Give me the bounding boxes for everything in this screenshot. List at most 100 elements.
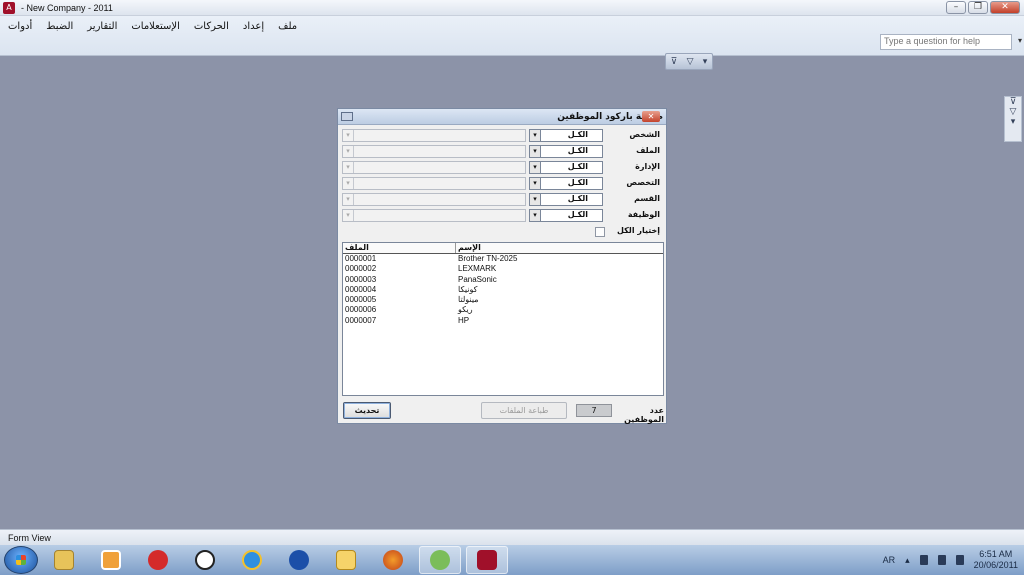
firefox-icon[interactable] xyxy=(372,546,414,574)
chevron-down-icon[interactable]: ▾ xyxy=(530,210,541,221)
person-detail-combo: ▾ xyxy=(342,129,526,142)
clock[interactable]: 6:51 AM 20/06/2011 xyxy=(974,549,1018,571)
media-player-icon[interactable] xyxy=(90,546,132,574)
file-detail-combo: ▾ xyxy=(342,145,526,158)
print-barcode-dialog: طباعة باركود الموظفين ✕ ▾ ▾ الكـل الشخص ▾… xyxy=(337,108,667,424)
menu-tools[interactable]: أدوات xyxy=(8,21,32,32)
list-row[interactable]: 0000005 مينولتا xyxy=(343,295,663,305)
taskbar: AR ▴ 6:51 AM 20/06/2011 xyxy=(0,545,1024,575)
form-icon xyxy=(341,112,353,121)
chevron-down-icon: ▾ xyxy=(343,130,354,141)
explorer-icon[interactable] xyxy=(43,546,85,574)
select-all-label: إختيار الكل xyxy=(617,226,660,235)
filter-icon[interactable]: ▽ xyxy=(687,57,694,67)
file-label: الملف xyxy=(636,146,660,155)
department-label: الإدارة xyxy=(635,162,660,171)
dialog-title-bar: طباعة باركود الموظفين xyxy=(338,109,666,125)
view-mode-label: Form View xyxy=(8,533,51,543)
field-row-job: ▾ ▾ الكـل الوظيفة xyxy=(342,209,660,223)
help-search-input[interactable]: Type a question for help xyxy=(880,34,1012,50)
chevron-down-icon[interactable]: ▾ xyxy=(530,178,541,189)
help-dropdown-icon[interactable]: ▾ xyxy=(1018,36,1022,45)
status-bar: Form View xyxy=(0,529,1024,545)
person-label: الشخص xyxy=(629,130,660,139)
section-label: القسم xyxy=(634,194,660,203)
filter-toolbar: ⊽ ▽ ▾ xyxy=(665,53,713,70)
menu-settings[interactable]: الضبط xyxy=(46,21,73,32)
select-all-row: إختيار الكل xyxy=(342,225,660,239)
column-header-file[interactable]: الملف xyxy=(343,243,456,253)
toolbar-options-icon[interactable]: ▾ xyxy=(703,57,708,67)
employee-count-label: عدد الموظفين xyxy=(624,406,664,424)
close-button[interactable]: ✕ xyxy=(990,1,1020,14)
menu-queries[interactable]: الإستعلامات xyxy=(131,21,180,32)
mail-icon[interactable] xyxy=(325,546,367,574)
chevron-down-icon: ▾ xyxy=(343,210,354,221)
job-detail-combo: ▾ xyxy=(342,209,526,222)
chevron-down-icon: ▾ xyxy=(343,178,354,189)
department-detail-combo: ▾ xyxy=(342,161,526,174)
window-title: - New Company - 2011 xyxy=(21,2,113,13)
chevron-down-icon: ▾ xyxy=(343,194,354,205)
time-label: 6:51 AM xyxy=(979,549,1013,559)
window-controls: – ❐ ✕ xyxy=(946,1,1020,14)
filter-icon[interactable]: ▽ xyxy=(1010,107,1017,117)
section-detail-combo: ▾ xyxy=(342,193,526,206)
chevron-down-icon: ▾ xyxy=(343,146,354,157)
list-row[interactable]: 0000007 HP xyxy=(343,316,663,326)
date-label: 20/06/2011 xyxy=(973,560,1018,570)
list-header: الملف الإسم xyxy=(343,243,663,254)
restore-button[interactable]: ❐ xyxy=(968,1,988,14)
filter-remove-icon[interactable]: ⊽ xyxy=(671,57,678,67)
employee-list[interactable]: الملف الإسم 0000001 Brother TN-2025 00000… xyxy=(342,242,664,396)
menu-reports[interactable]: التقارير xyxy=(87,21,117,32)
clock-icon[interactable] xyxy=(184,546,226,574)
network-icon[interactable] xyxy=(937,555,946,565)
network-users-icon[interactable] xyxy=(419,546,461,574)
access-app-icon[interactable]: A xyxy=(3,1,15,14)
specialty-detail-combo: ▾ xyxy=(342,177,526,190)
dialog-close-button[interactable]: ✕ xyxy=(642,111,660,122)
list-row[interactable]: 0000006 ريكو xyxy=(343,305,663,315)
battery-icon[interactable] xyxy=(919,555,928,565)
chevron-down-icon[interactable]: ▾ xyxy=(530,146,541,157)
minimize-button[interactable]: – xyxy=(946,1,966,14)
employee-count-field: 7 xyxy=(576,404,612,417)
toolbar-options-icon[interactable]: ▾ xyxy=(1011,117,1016,127)
menu-bar: ملف إعداد الحركات الإستعلامات التقارير ا… xyxy=(0,16,1024,70)
pushpin-icon[interactable] xyxy=(137,546,179,574)
language-indicator[interactable]: AR xyxy=(883,555,896,565)
field-row-file: ▾ ▾ الكـل الملف xyxy=(342,145,660,159)
chevron-down-icon[interactable]: ▾ xyxy=(530,194,541,205)
field-row-person: ▾ ▾ الكـل الشخص xyxy=(342,129,660,143)
field-row-section: ▾ ▾ الكـل القسم xyxy=(342,193,660,207)
job-label: الوظيفة xyxy=(627,210,660,219)
print-files-button[interactable]: طباعة الملفات xyxy=(481,402,567,419)
column-header-name[interactable]: الإسم xyxy=(456,243,663,253)
tray-up-arrow-icon[interactable]: ▴ xyxy=(905,555,910,566)
menu-setup[interactable]: إعداد xyxy=(243,21,264,32)
field-row-department: ▾ ▾ الكـل الإدارة xyxy=(342,161,660,175)
list-row[interactable]: 0000004 كونيكا xyxy=(343,285,663,295)
volume-icon[interactable] xyxy=(955,555,964,565)
start-button[interactable] xyxy=(4,546,38,574)
menu-file[interactable]: ملف xyxy=(278,21,297,32)
window-title-bar: A - New Company - 2011 – ❐ ✕ xyxy=(0,0,1024,16)
chevron-down-icon[interactable]: ▾ xyxy=(530,130,541,141)
chevron-down-icon[interactable]: ▾ xyxy=(530,162,541,173)
list-row[interactable]: 0000001 Brother TN-2025 xyxy=(343,254,663,264)
filter-remove-icon[interactable]: ⊽ xyxy=(1010,97,1017,107)
chevron-down-icon: ▾ xyxy=(343,162,354,173)
menu-transactions[interactable]: الحركات xyxy=(194,21,229,32)
refresh-button[interactable]: تحديث xyxy=(343,402,391,419)
messenger-icon[interactable] xyxy=(278,546,320,574)
access-icon[interactable] xyxy=(466,546,508,574)
list-row[interactable]: 0000002 LEXMARK xyxy=(343,264,663,274)
field-row-specialty: ▾ ▾ الكـل التخصص xyxy=(342,177,660,191)
specialty-label: التخصص xyxy=(626,178,660,187)
side-toolbar: ⊽ ▽ ▾ xyxy=(1004,96,1022,142)
list-row[interactable]: 0000003 PanaSonic xyxy=(343,275,663,285)
system-tray: AR ▴ 6:51 AM 20/06/2011 xyxy=(883,545,1018,575)
internet-explorer-icon[interactable] xyxy=(231,546,273,574)
menu-items: ملف إعداد الحركات الإستعلامات التقارير ا… xyxy=(8,21,297,32)
